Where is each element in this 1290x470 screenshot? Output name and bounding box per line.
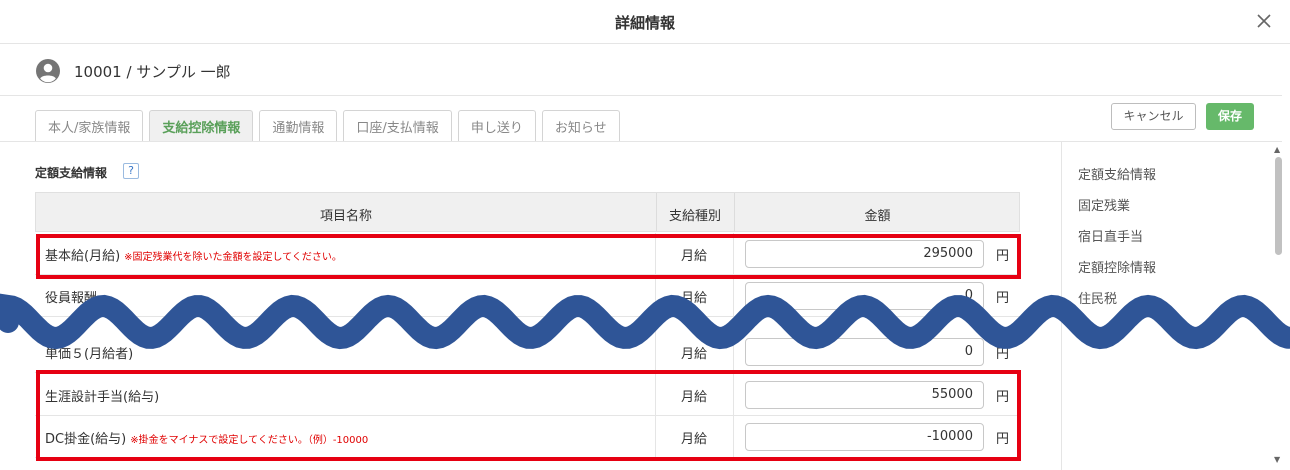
scrollbar-thumb[interactable] [1275,157,1282,255]
wavy-cut-line [0,293,1290,350]
highlight-box-basic-pay [36,234,1021,279]
tab-notice[interactable]: お知らせ [541,110,620,141]
section-nav-fixed-overtime[interactable]: 固定残業 [1078,195,1156,226]
scroll-down-arrow-icon[interactable]: ▼ [1274,455,1280,464]
section-nav-night-duty[interactable]: 宿日直手当 [1078,226,1156,257]
tab-divider [0,141,1282,142]
column-header-amount: 金額 [864,209,891,224]
tab-bar: 本人/家族情報 支給控除情報 通勤情報 口座/支払情報 申し送り お知らせ [35,110,620,141]
tab-commute[interactable]: 通勤情報 [259,110,338,141]
user-avatar-icon [36,59,60,83]
tab-payment-deduction[interactable]: 支給控除情報 [149,110,254,141]
table-header: 項目名称 支給種別 金額 [35,192,1020,232]
user-info-row: 10001 / サンプル 一郎 [0,44,1282,96]
user-name: 10001 / サンプル 一郎 [74,63,231,81]
dialog-header: 詳細情報 [0,0,1290,44]
section-title: 定額支給情報 [35,166,108,180]
tab-handover[interactable]: 申し送り [457,110,536,141]
column-header-name: 項目名称 [319,209,372,224]
tab-account-payment[interactable]: 口座/支払情報 [343,110,452,141]
save-button[interactable]: 保存 [1206,103,1254,130]
dialog-title: 詳細情報 [614,14,675,32]
tab-personal-family[interactable]: 本人/家族情報 [35,110,144,141]
cancel-button[interactable]: キャンセル [1111,103,1196,130]
scroll-up-arrow-icon[interactable]: ▲ [1274,145,1280,154]
close-icon[interactable] [1252,9,1276,33]
highlight-box-dc-rows [36,370,1021,461]
help-icon[interactable]: ? [123,163,139,179]
section-nav-fixed-payment[interactable]: 定額支給情報 [1078,164,1156,195]
column-header-kind: 支給種別 [668,209,721,224]
